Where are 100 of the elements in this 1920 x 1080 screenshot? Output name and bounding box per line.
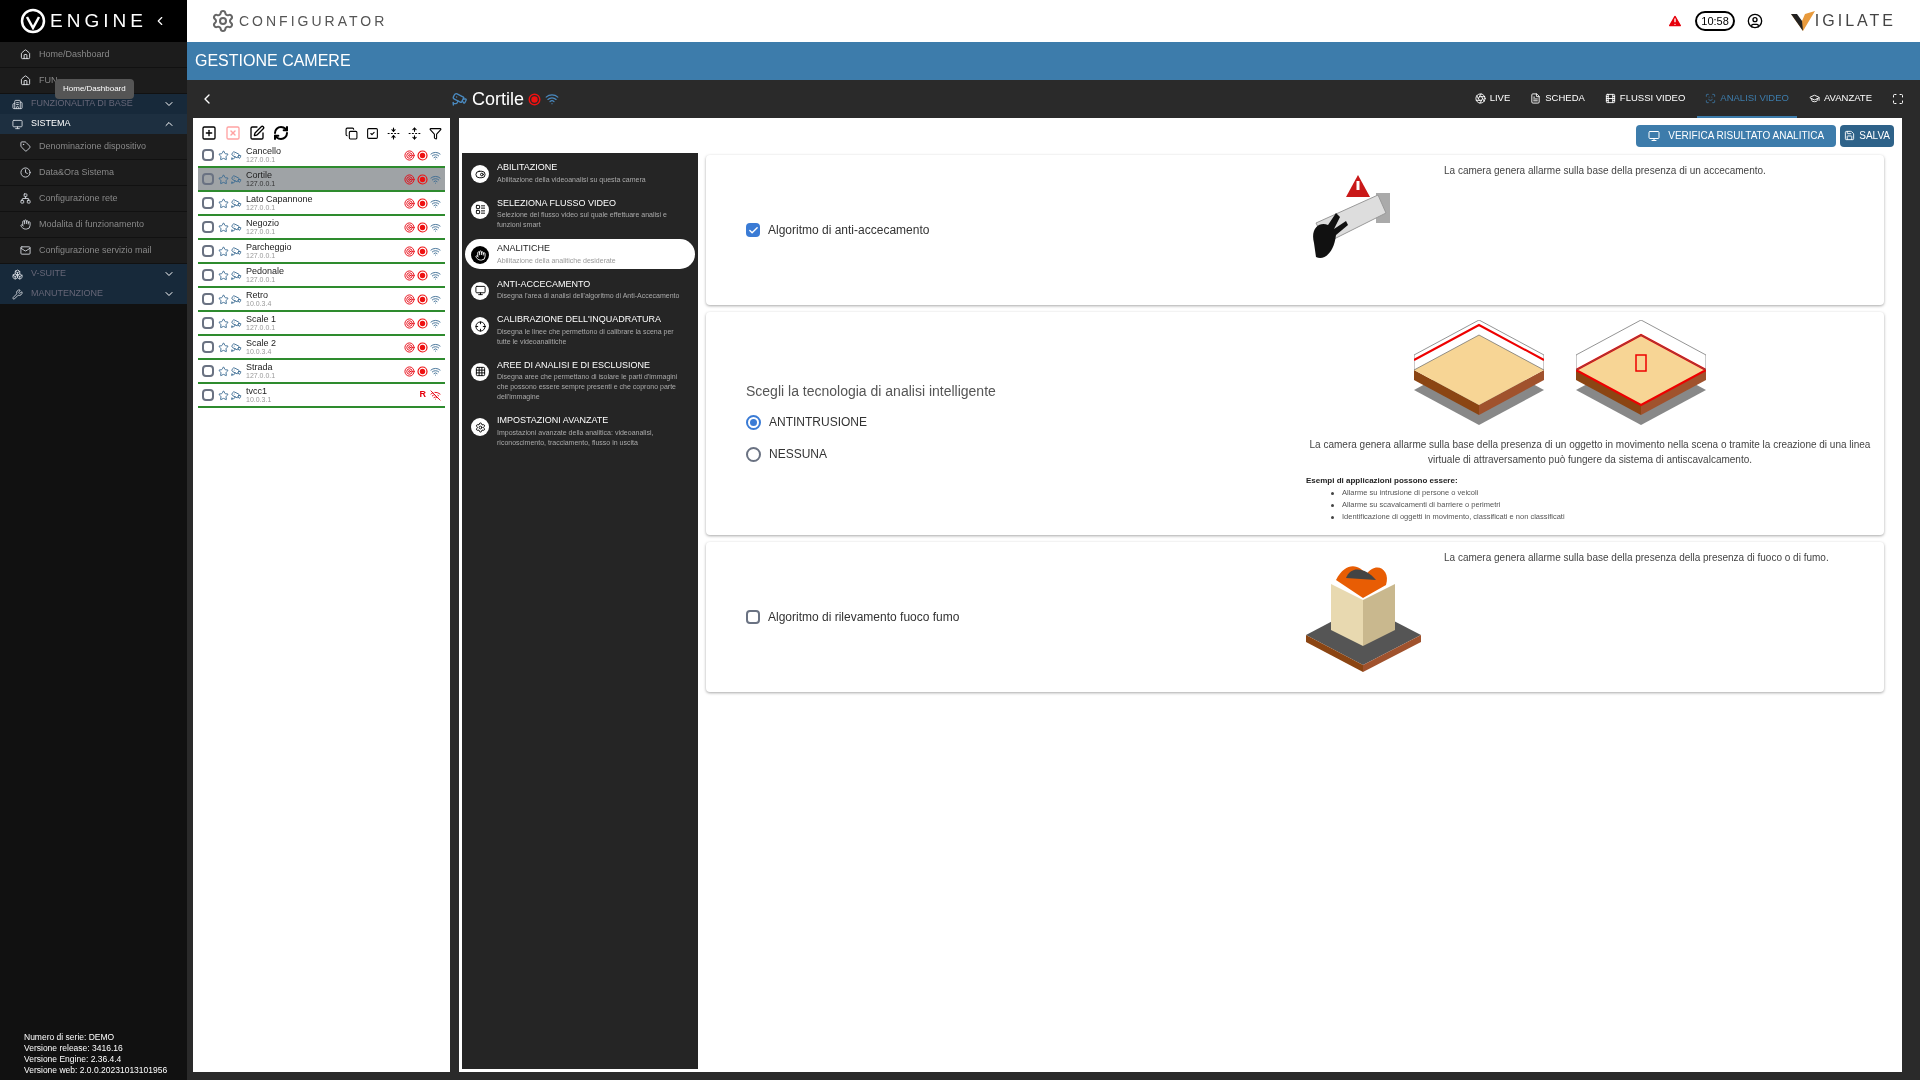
target-icon	[404, 341, 415, 353]
star-icon[interactable]	[218, 293, 229, 305]
tab-icon	[1604, 92, 1616, 104]
home-icon	[20, 49, 31, 60]
description: La camera genera allarme sulla base della presenza di un oggetto in movimento nella scena o tramite la creazione di una linea virtuale di attraversamento può fungere da sistema di antiscavalcamento.	[1308, 438, 1872, 467]
star-icon[interactable]	[218, 245, 229, 257]
step-title: ABILITAZIONE	[497, 161, 559, 174]
target-icon	[404, 197, 415, 209]
section-heading: Scegli la tecnologia di analisi intelligente	[746, 382, 997, 401]
fullscreen-icon[interactable]	[1892, 93, 1904, 105]
version-info: Versione release: 3416.16	[24, 1043, 124, 1054]
add-icon[interactable]	[201, 125, 217, 141]
filter-icon[interactable]	[429, 126, 442, 140]
menu-item-icon	[20, 141, 31, 152]
menu-item-icon	[20, 219, 31, 230]
target-icon	[404, 149, 415, 161]
checkbox[interactable]	[202, 365, 214, 377]
star-icon[interactable]	[218, 341, 229, 353]
tooltip: Home/Dashboard	[55, 79, 134, 99]
star-icon[interactable]	[218, 389, 229, 401]
checkbox[interactable]	[202, 389, 214, 401]
camera-icon	[231, 365, 242, 377]
step-icon	[474, 421, 486, 433]
expand-icon[interactable]	[408, 126, 421, 140]
camera-icon	[231, 245, 242, 257]
camera-name: Cortile	[246, 171, 273, 180]
vendor-name: IGILATE	[1814, 11, 1896, 31]
checkbox[interactable]	[202, 173, 214, 185]
checkbox[interactable]	[202, 269, 214, 281]
star-icon[interactable]	[218, 365, 229, 377]
tab-icon	[1530, 92, 1542, 104]
clock: 10:58	[1695, 10, 1735, 32]
tab[interactable]: AVANZATE	[1800, 80, 1880, 118]
radio-button[interactable]	[746, 414, 761, 430]
edit-icon[interactable]	[249, 125, 265, 141]
camera-icon	[231, 197, 242, 209]
record-icon	[417, 245, 428, 257]
checkbox[interactable]	[202, 317, 214, 329]
radio-label: ANTINTRUSIONE	[769, 414, 867, 431]
step-title: SELEZIONA FLUSSO VIDEO	[497, 196, 618, 210]
step-title: ANTI-ACCECAMENTO	[497, 277, 592, 291]
section-icon	[12, 288, 23, 300]
star-icon[interactable]	[218, 317, 229, 329]
checkbox[interactable]	[746, 223, 760, 237]
checkbox[interactable]	[202, 341, 214, 353]
version-info: Versione Engine: 2.36.4.4	[24, 1054, 123, 1065]
star-icon[interactable]	[218, 197, 229, 209]
star-icon[interactable]	[218, 269, 229, 281]
radio-button[interactable]	[746, 446, 761, 462]
star-icon[interactable]	[218, 149, 229, 161]
record-icon	[417, 269, 428, 281]
step-icon	[474, 249, 486, 261]
alert-icon[interactable]	[1667, 13, 1684, 29]
star-icon[interactable]	[218, 173, 229, 185]
tab[interactable]: LIVE	[1466, 80, 1519, 118]
checkbox[interactable]	[202, 149, 214, 161]
user-icon[interactable]	[1746, 13, 1763, 29]
camera-icon	[231, 221, 242, 233]
description: La camera genera allarme sulla base della presenza della presenza di fuoco o di fumo.	[1444, 551, 1829, 565]
checkbox[interactable]	[202, 221, 214, 233]
record-icon	[417, 317, 428, 329]
checkbox[interactable]	[202, 293, 214, 305]
examples-heading: Esempi di applicazioni possono essere:	[1306, 475, 1459, 487]
camera-icon	[452, 91, 468, 107]
collapse-icon[interactable]	[387, 126, 400, 140]
target-icon	[404, 245, 415, 257]
section-icon	[12, 268, 23, 280]
tab-icon	[1474, 92, 1486, 104]
checkbox[interactable]	[202, 197, 214, 209]
menu-item-icon	[20, 167, 31, 178]
status-label: R	[419, 388, 426, 402]
step-icon	[474, 366, 486, 377]
copy-icon[interactable]	[345, 126, 358, 140]
camera-icon	[231, 293, 242, 305]
verify-button[interactable]: VERIFICA RISULTATO ANALITICA	[1636, 124, 1837, 147]
record-icon	[417, 197, 428, 209]
tab[interactable]: SCHEDA	[1522, 80, 1593, 118]
checkbox[interactable]	[746, 610, 760, 624]
target-icon	[404, 173, 415, 185]
camera-name: Negozio	[246, 219, 281, 228]
star-icon[interactable]	[218, 221, 229, 233]
checkbox[interactable]	[202, 245, 214, 257]
camera-icon	[231, 269, 242, 281]
gear-icon	[211, 9, 235, 33]
camera-name: Scale 2	[246, 339, 278, 348]
save-button[interactable]: SALVA	[1840, 124, 1894, 147]
camera-icon	[231, 173, 242, 185]
tab[interactable]: FLUSSI VIDEO	[1596, 80, 1694, 118]
camera-name: Scale 1	[246, 315, 278, 324]
select-all-icon[interactable]	[366, 126, 379, 140]
checkbox-label: Algoritmo di rilevamento fuoco fumo	[768, 609, 960, 626]
target-icon	[404, 293, 415, 305]
refresh-icon[interactable]	[273, 125, 289, 141]
page-title: GESTIONE CAMERE	[195, 51, 351, 71]
step-icon	[474, 168, 486, 180]
camera-name: Retro	[246, 291, 269, 300]
record-icon	[417, 149, 428, 161]
camera-name: Cancello	[246, 147, 283, 156]
camera-name: Strada	[246, 363, 274, 372]
target-icon	[404, 365, 415, 377]
